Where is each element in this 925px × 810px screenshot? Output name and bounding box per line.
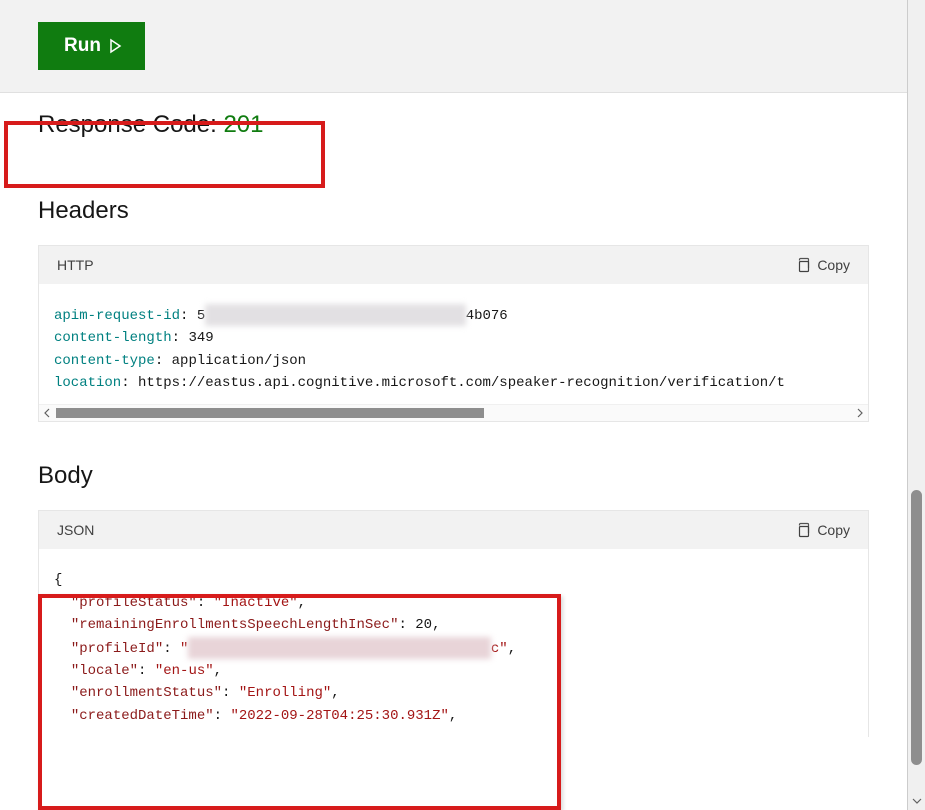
- json-key: "createdDateTime": [71, 708, 214, 724]
- response-code-heading: Response Code: 201: [38, 93, 869, 157]
- header-value: 349: [188, 330, 213, 346]
- body-code-content[interactable]: { "profileStatus": "Inactive", "remainin…: [39, 549, 868, 737]
- header-value-suffix: 4b076: [466, 308, 508, 324]
- headers-copy-label: Copy: [817, 257, 850, 273]
- json-value-prefix: ": [180, 641, 188, 657]
- headers-code-header: HTTP Copy: [39, 246, 868, 284]
- header-key: content-type: [54, 353, 155, 369]
- run-button-label: Run: [64, 35, 101, 57]
- header-key: location: [54, 375, 121, 391]
- json-value: 20: [415, 617, 432, 633]
- play-icon: [107, 38, 123, 54]
- scrollbar-thumb[interactable]: [911, 490, 922, 765]
- scroll-down-arrow-icon[interactable]: [908, 794, 925, 808]
- body-heading: Body: [38, 462, 869, 490]
- copy-icon: [795, 257, 811, 273]
- body-code-header: JSON Copy: [39, 511, 868, 549]
- obscured-text: ███████████████████████████████: [205, 304, 465, 326]
- run-button[interactable]: Run: [38, 22, 145, 70]
- vertical-scrollbar[interactable]: [908, 0, 925, 810]
- json-key: "profileId": [71, 641, 163, 657]
- json-value-suffix: c": [491, 641, 508, 657]
- header-key: apim-request-id: [54, 308, 180, 324]
- json-key: "locale": [71, 663, 138, 679]
- horizontal-scrollbar[interactable]: [39, 404, 868, 421]
- headers-lang-label: HTTP: [57, 257, 94, 273]
- copy-icon: [795, 522, 811, 538]
- headers-code-block: HTTP Copy apim-request-id: 5████████████…: [38, 245, 869, 422]
- json-value: "2022-09-28T04:25:30.931Z": [230, 708, 448, 724]
- body-lang-label: JSON: [57, 522, 94, 538]
- json-value: "Enrolling": [239, 685, 331, 701]
- headers-code-content[interactable]: apim-request-id: 5██████████████████████…: [39, 284, 868, 404]
- header-value: application/json: [172, 353, 306, 369]
- headers-heading: Headers: [38, 197, 869, 225]
- header-value: https://eastus.api.cognitive.microsoft.c…: [138, 375, 785, 391]
- header-key: content-length: [54, 330, 172, 346]
- scroll-left-arrow-icon[interactable]: [41, 407, 53, 419]
- response-code-label: Response Code:: [38, 111, 223, 138]
- json-key: "profileStatus": [71, 595, 197, 611]
- main-content-area: Run Response Code: 201 Headers HTTP Copy: [0, 0, 908, 810]
- body-code-block: JSON Copy { "profileStatus": "Inactive",…: [38, 510, 869, 737]
- json-value: "en-us": [155, 663, 214, 679]
- scroll-right-arrow-icon[interactable]: [854, 407, 866, 419]
- json-key: "remainingEnrollmentsSpeechLengthInSec": [71, 617, 399, 633]
- json-key: "enrollmentStatus": [71, 685, 222, 701]
- obscured-text: ████████████████████████████████████: [188, 637, 490, 659]
- response-code-value: 201: [223, 111, 263, 138]
- headers-copy-button[interactable]: Copy: [795, 257, 850, 273]
- body-copy-label: Copy: [817, 522, 850, 538]
- scrollbar-thumb[interactable]: [56, 408, 484, 418]
- header-value-prefix: 5: [197, 308, 205, 324]
- top-toolbar: Run: [0, 0, 907, 93]
- body-copy-button[interactable]: Copy: [795, 522, 850, 538]
- json-value: "Inactive": [214, 595, 298, 611]
